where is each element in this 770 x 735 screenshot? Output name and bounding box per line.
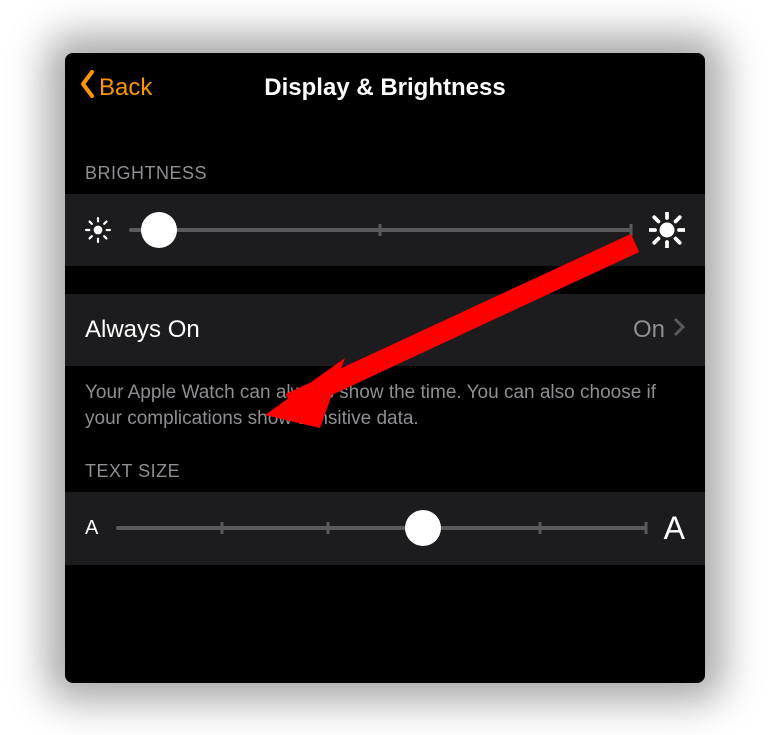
slider-track bbox=[116, 526, 645, 530]
text-size-slider[interactable] bbox=[116, 510, 645, 546]
text-large-icon: A bbox=[664, 510, 685, 547]
text-small-icon: A bbox=[85, 517, 98, 540]
always-on-value: On bbox=[633, 316, 665, 344]
back-button[interactable]: Back bbox=[79, 69, 152, 106]
always-on-row[interactable]: Always On On bbox=[65, 294, 705, 366]
slider-tick bbox=[644, 522, 647, 534]
brightness-header: BRIGHTNESS bbox=[65, 123, 705, 194]
slider-tick bbox=[221, 522, 224, 534]
brightness-slider[interactable] bbox=[129, 212, 631, 248]
page-title: Display & Brightness bbox=[264, 74, 505, 102]
slider-tick bbox=[379, 224, 382, 236]
text-size-header: TEXT SIZE bbox=[65, 433, 705, 492]
chevron-left-icon bbox=[79, 69, 97, 106]
brightness-panel bbox=[65, 194, 705, 266]
nav-bar: Back Display & Brightness bbox=[65, 53, 705, 123]
always-on-label: Always On bbox=[85, 316, 633, 344]
chevron-right-icon bbox=[673, 317, 685, 342]
always-on-footer: Your Apple Watch can always show the tim… bbox=[65, 366, 705, 433]
back-label: Back bbox=[99, 74, 152, 102]
text-size-thumb[interactable] bbox=[405, 510, 441, 546]
sun-large-icon bbox=[649, 212, 685, 248]
slider-tick bbox=[327, 522, 330, 534]
brightness-thumb[interactable] bbox=[141, 212, 177, 248]
text-size-panel: A A bbox=[65, 492, 705, 565]
settings-screen: Back Display & Brightness BRIGHTNESS Alw… bbox=[65, 53, 705, 683]
slider-tick bbox=[630, 224, 633, 236]
sun-small-icon bbox=[85, 217, 111, 243]
slider-tick bbox=[538, 522, 541, 534]
